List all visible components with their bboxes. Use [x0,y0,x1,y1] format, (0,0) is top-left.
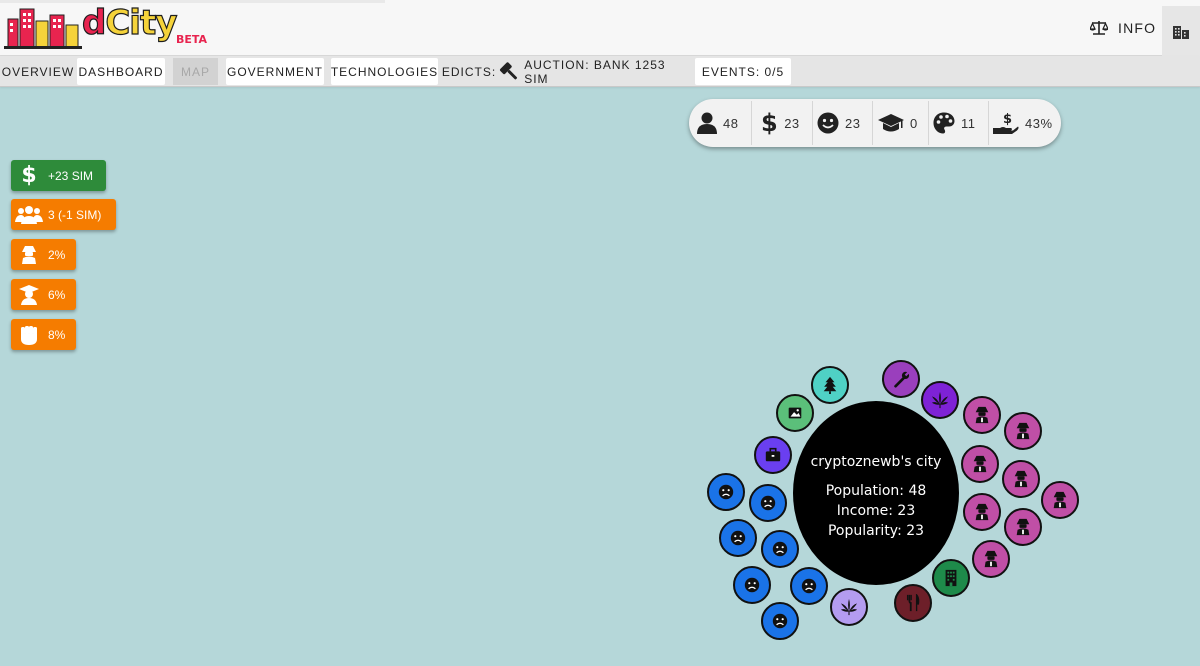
stat-tax-value: 43% [1025,115,1053,131]
city-stats-bar: 48 $ 23 23 0 11 $ 43% [689,99,1061,147]
education-badge[interactable]: 6% [11,279,76,310]
nav-events[interactable]: EVENTS: 0/5 [695,58,791,85]
nav-overview[interactable]: OVERVIEW [2,58,74,85]
map-token-sad-citizen[interactable] [790,567,828,605]
palette-icon [933,112,955,134]
stat-education-value: 0 [910,115,918,131]
stat-culture-value: 11 [961,115,976,131]
map-token-workshop[interactable] [882,360,920,398]
map-token-criminal[interactable] [1041,481,1079,519]
graduate-icon [14,284,44,305]
criminal-icon [14,245,44,265]
stat-income[interactable]: $ 23 [761,99,800,147]
top-header: dCity BETA INFO [0,0,1200,56]
income-badge-label: +23 SIM [48,168,94,183]
nav-auction[interactable]: AUCTION: BANK 1253 SIM [499,57,688,86]
city-skyline-icon [4,8,82,49]
education-badge-label: 6% [48,287,66,302]
buildings-button[interactable] [1162,6,1200,56]
city-info: cryptoznewb's city Population: 48 Income… [793,454,959,541]
income-badge[interactable]: $ +23 SIM [11,160,106,191]
stat-population[interactable]: 48 [697,99,738,147]
sad-face-icon [760,495,776,511]
map-token-weed-shop[interactable] [830,588,868,626]
crime-badge-label: 2% [48,247,66,262]
unemployment-badge-label: 3 (-1 SIM) [48,207,102,222]
map-token-criminal[interactable] [1004,412,1042,450]
stat-population-value: 48 [723,115,739,131]
map-token-criminal[interactable] [1002,460,1040,498]
nav-map[interactable]: MAP [173,58,218,85]
stat-education[interactable]: 0 [878,99,918,147]
map-token-restaurant[interactable] [894,584,932,622]
scale-icon [1090,21,1108,35]
map-token-park[interactable] [811,366,849,404]
map-token-weed-farm[interactable] [921,381,959,419]
map-token-sad-citizen[interactable] [733,566,771,604]
city-popularity: Popularity: 23 [827,523,925,539]
sad-face-icon [772,613,788,629]
map-token-sad-citizen[interactable] [749,484,787,522]
unemployment-badge[interactable]: 3 (-1 SIM) [11,199,116,230]
people-icon [14,205,44,224]
svg-text:$: $ [1003,112,1013,127]
sad-face-icon [718,484,734,500]
map-token-sad-citizen[interactable] [707,473,745,511]
nav-dashboard[interactable]: DASHBOARD [77,58,165,85]
auction-label: AUCTION: BANK 1253 SIM [524,57,666,86]
nav-technologies[interactable]: TECHNOLOGIES [331,58,438,85]
map-token-criminal[interactable] [963,493,1001,531]
dollar-icon: $ [21,163,37,188]
map-token-criminal[interactable] [1004,508,1042,546]
sad-face-icon [730,530,746,546]
stat-culture[interactable]: 11 [933,99,976,147]
map-token-business[interactable] [754,436,792,474]
stat-happiness-value: 23 [845,115,861,131]
map-token-sad-citizen[interactable] [719,519,757,557]
graduation-cap-icon [878,114,904,132]
fist-icon [14,325,44,345]
protest-badge-label: 8% [48,327,66,342]
building-icon [945,569,957,587]
beta-label: BETA [176,33,208,46]
info-label: INFO [1118,20,1157,36]
gavel-icon [499,61,518,79]
city-population: Population: 48 [825,483,927,499]
stat-tax[interactable]: $ 43% [993,99,1053,147]
info-button[interactable]: INFO [1080,12,1166,44]
stat-income-value: 23 [784,115,800,131]
city-income: Income: 23 [836,503,916,519]
nav-government[interactable]: GOVERNMENT [226,58,324,85]
map-token-gallery[interactable] [776,394,814,432]
map-token-sad-citizen[interactable] [761,602,799,640]
map-token-criminal[interactable] [961,445,999,483]
building-icon [1173,26,1189,39]
hand-dollar-icon: $ [993,112,1019,134]
crime-badge[interactable]: 2% [11,239,76,270]
map-token-office[interactable] [932,559,970,597]
logo-wordmark: dCity [81,2,178,43]
map-token-criminal[interactable] [963,396,1001,434]
stat-happiness[interactable]: 23 [817,99,860,147]
dollar-icon: $ [761,109,779,137]
person-icon [697,112,717,134]
sad-face-icon [772,541,788,557]
dcity-logo[interactable]: dCity BETA [4,2,214,51]
smile-icon [817,112,839,134]
sad-face-icon [744,577,760,593]
nav-edicts[interactable]: EDICTS: [442,58,496,85]
image-icon [788,407,802,419]
city-name: cryptoznewb's city [810,454,942,470]
protest-badge[interactable]: 8% [11,319,76,350]
map-token-criminal[interactable] [972,540,1010,578]
main-nav: OVERVIEW DASHBOARD MAP GOVERNMENT TECHNO… [0,56,1200,87]
sad-face-icon [801,578,817,594]
